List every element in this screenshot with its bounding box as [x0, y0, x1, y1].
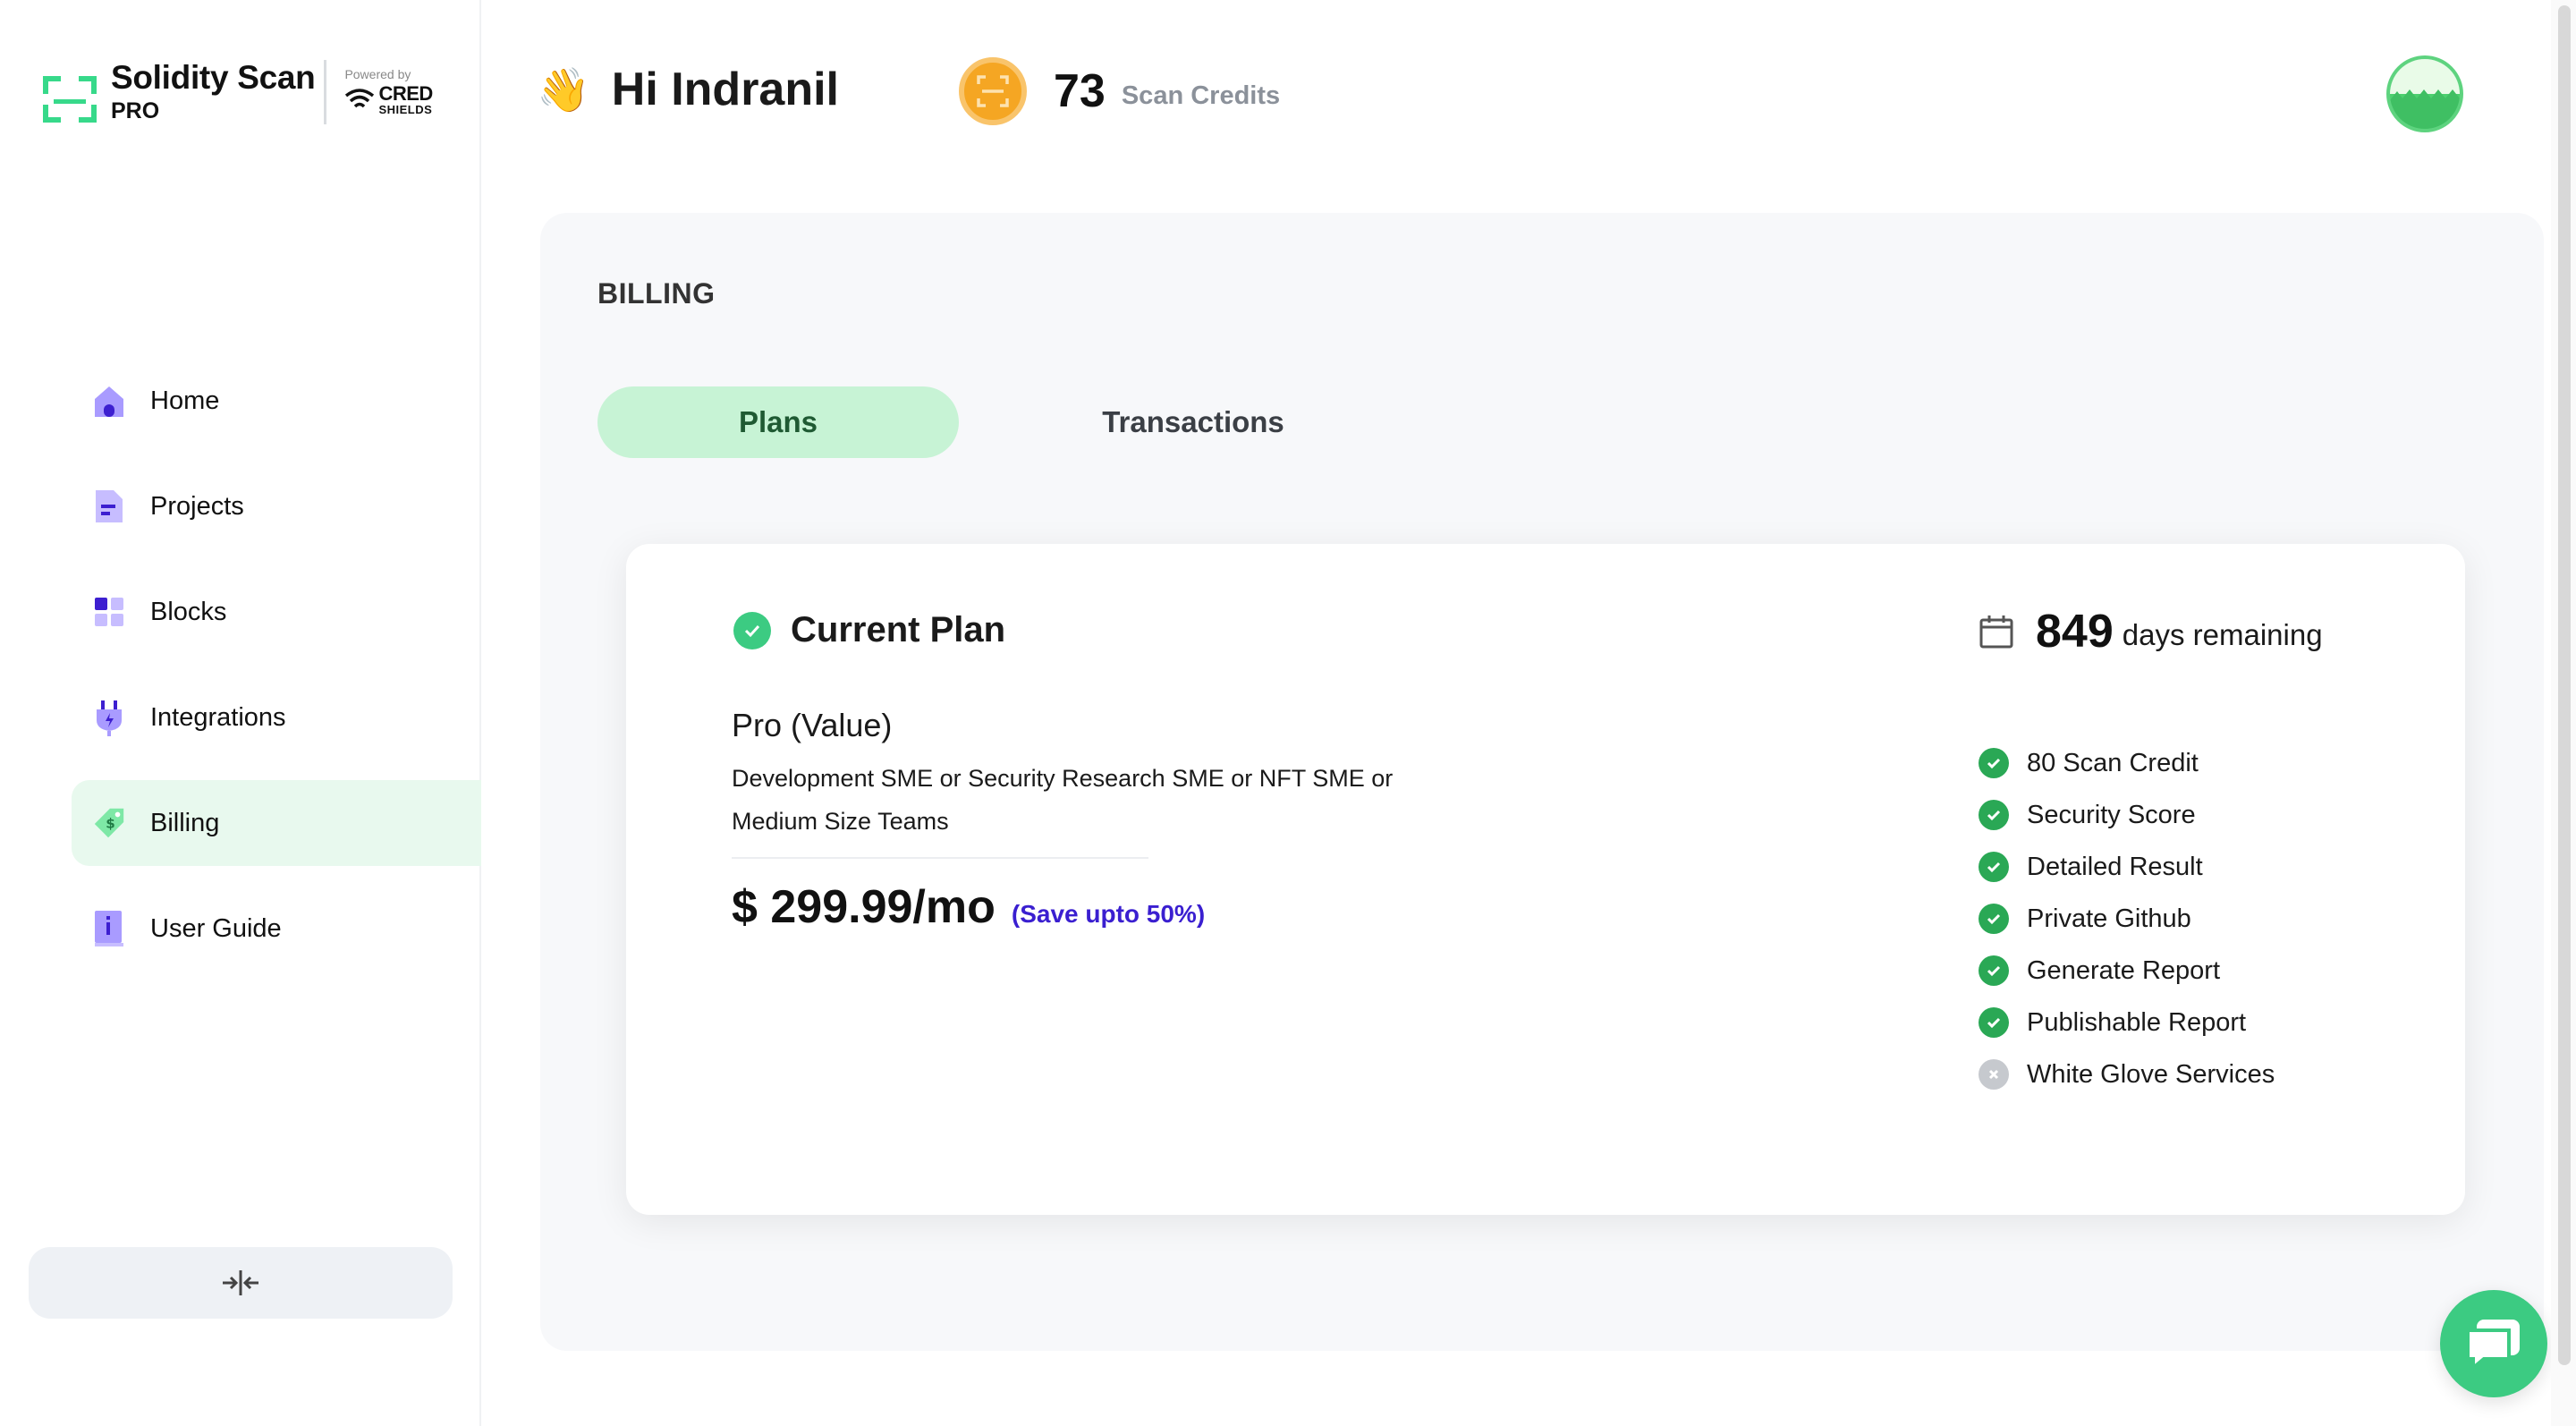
- scrollbar[interactable]: [2551, 0, 2576, 1426]
- brand-tier: PRO: [111, 98, 160, 123]
- blocks-icon: [91, 594, 127, 630]
- sidebar-item-home[interactable]: Home: [72, 358, 481, 444]
- days-remaining: 849 days remaining: [1979, 605, 2323, 658]
- plan-price: $ 299.99/mo: [732, 881, 996, 933]
- chat-bubble-icon: [2466, 1320, 2520, 1371]
- scan-logo-icon: [43, 65, 97, 123]
- current-plan-card: Current Plan Pro (Value) Development SME…: [626, 544, 2465, 1215]
- wave-emoji: 👋: [537, 66, 590, 115]
- money-tag-icon: $: [91, 805, 127, 841]
- partner-name: CRED: [378, 82, 433, 105]
- brand-logo-group[interactable]: Solidity Scan PRO Powered by CRED SHIELD…: [43, 59, 433, 124]
- plug-icon: [91, 700, 127, 736]
- greeting: 👋 Hi Indranil: [537, 63, 839, 116]
- current-plan-title: Current Plan: [791, 610, 1006, 649]
- check-circle-icon: [733, 611, 771, 649]
- brand-name: Solidity Scan: [111, 59, 316, 96]
- plan-description: Development SME or Security Research SME…: [732, 765, 1394, 835]
- billing-panel: BILLING Plans Transactions Current Plan …: [540, 213, 2544, 1351]
- collapse-sidebar-button[interactable]: [29, 1247, 453, 1319]
- divider: [732, 857, 1148, 859]
- check-circle-icon: [1979, 904, 2009, 934]
- feature-item: Generate Report: [1979, 945, 2275, 997]
- credits-label: Scan Credits: [1121, 81, 1281, 110]
- sidebar-item-label: Billing: [150, 808, 220, 837]
- feature-label: Publishable Report: [2027, 1007, 2247, 1037]
- feature-label: Private Github: [2027, 904, 2191, 933]
- price-row: $ 299.99/mo (Save upto 50%): [732, 880, 1205, 934]
- check-circle-icon: [1979, 1007, 2009, 1038]
- calendar-icon: [1979, 615, 2013, 649]
- avatar-image: [2390, 89, 2460, 129]
- sidebar-item-blocks[interactable]: Blocks: [72, 569, 481, 655]
- save-text: (Save upto 50%): [1011, 900, 1206, 928]
- feature-item: Detailed Result: [1979, 841, 2275, 893]
- billing-tabs: Plans Transactions: [597, 386, 1428, 458]
- feature-item: Security Score: [1979, 789, 2275, 841]
- feature-label: White Glove Services: [2027, 1059, 2275, 1089]
- info-book-icon: [91, 911, 127, 946]
- page-title: BILLING: [597, 277, 716, 310]
- sidebar-item-label: Blocks: [150, 597, 227, 626]
- tab-plans[interactable]: Plans: [597, 386, 959, 458]
- check-circle-icon: [1979, 748, 2009, 778]
- feature-list: 80 Scan Credit Security Score Detailed R…: [1979, 737, 2275, 1100]
- svg-text:$: $: [106, 816, 115, 832]
- check-circle-icon: [1979, 852, 2009, 882]
- powered-by: Powered by CRED SHIELDS: [344, 67, 433, 116]
- feature-item: Publishable Report: [1979, 997, 2275, 1048]
- sidebar-nav: Home Projects Blocks Integrations $ Bill…: [72, 358, 481, 991]
- chat-support-button[interactable]: [2440, 1290, 2547, 1397]
- sidebar-item-integrations[interactable]: Integrations: [72, 675, 481, 760]
- sidebar-item-user-guide[interactable]: User Guide: [72, 886, 481, 972]
- collapse-arrows-icon: [223, 1270, 258, 1295]
- greeting-text: Hi Indranil: [611, 64, 840, 115]
- home-icon: [91, 383, 127, 419]
- feature-item: White Glove Services: [1979, 1048, 2275, 1100]
- sidebar-item-label: Projects: [150, 491, 244, 521]
- days-label: days remaining: [2122, 618, 2323, 651]
- check-circle-icon: [1979, 955, 2009, 986]
- sidebar-item-projects[interactable]: Projects: [72, 463, 481, 549]
- scan-credits: 73 Scan Credits: [959, 57, 1280, 125]
- plan-name: Pro (Value): [732, 707, 893, 743]
- sidebar-item-label: User Guide: [150, 913, 282, 943]
- check-circle-icon: [1979, 800, 2009, 830]
- wifi-icon: [345, 88, 375, 107]
- cross-circle-icon: [1979, 1059, 2009, 1090]
- brand-divider: [324, 59, 327, 124]
- document-icon: [91, 488, 127, 524]
- feature-label: Security Score: [2027, 800, 2196, 829]
- feature-label: 80 Scan Credit: [2027, 748, 2199, 777]
- tab-transactions[interactable]: Transactions: [1013, 386, 1374, 458]
- feature-item: Private Github: [1979, 893, 2275, 945]
- sidebar-item-billing[interactable]: $ Billing: [72, 780, 481, 866]
- feature-label: Generate Report: [2027, 955, 2221, 985]
- credits-count: 73: [1054, 65, 1106, 117]
- current-plan-heading: Current Plan: [733, 610, 1005, 650]
- partner-sub: SHIELDS: [378, 103, 433, 116]
- avatar[interactable]: [2386, 55, 2463, 132]
- days-count: 849: [2036, 606, 2114, 658]
- sidebar-item-label: Integrations: [150, 702, 286, 732]
- sidebar-item-label: Home: [150, 386, 220, 415]
- feature-item: 80 Scan Credit: [1979, 737, 2275, 789]
- coin-icon: [959, 57, 1027, 125]
- sidebar: Solidity Scan PRO Powered by CRED SHIELD…: [0, 0, 481, 1426]
- scrollbar-thumb[interactable]: [2558, 5, 2571, 1365]
- powered-by-label: Powered by: [344, 67, 411, 81]
- feature-label: Detailed Result: [2027, 852, 2203, 881]
